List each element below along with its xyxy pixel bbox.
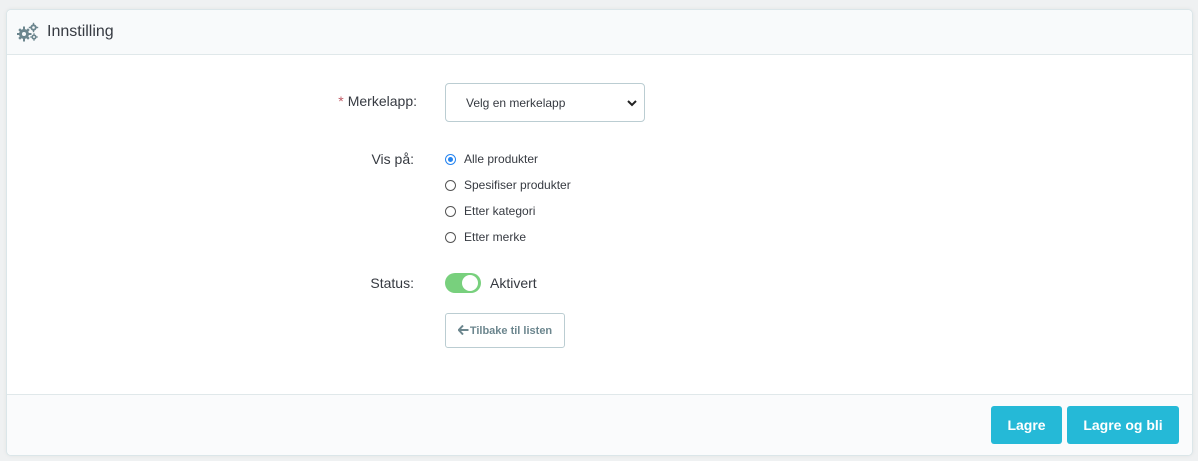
merkelapp-label: * Merkelapp:: [217, 93, 417, 109]
merkelapp-label-text: Merkelapp:: [347, 93, 417, 109]
merkelapp-select[interactable]: Velg en merkelapp: [445, 83, 645, 122]
chevron-down-icon: [626, 97, 638, 109]
radio-label: Alle produkter: [464, 152, 539, 166]
back-button-label: Tilbake til listen: [469, 324, 553, 337]
radio-all-products[interactable]: Alle produkter: [445, 151, 538, 167]
radio-label: Etter kategori: [464, 204, 536, 218]
status-value-label: Aktivert: [490, 275, 537, 291]
show-on-label: Vis på:: [371, 151, 414, 167]
status-toggle[interactable]: [445, 273, 481, 293]
radio-by-category[interactable]: Etter kategori: [445, 203, 535, 219]
radio-specify-products[interactable]: Spesifiser produkter: [445, 177, 571, 193]
required-mark: *: [338, 93, 344, 109]
radio-button[interactable]: [445, 205, 456, 217]
radio-button[interactable]: [445, 179, 456, 191]
radio-button[interactable]: [445, 231, 456, 243]
toggle-knob: [462, 275, 478, 291]
arrow-left-icon: [457, 324, 469, 338]
radio-label: Etter merke: [464, 230, 527, 244]
gears-icon: [17, 21, 39, 43]
radio-by-brand[interactable]: Etter merke: [445, 229, 526, 245]
panel-footer: Lagre Lagre og bli: [7, 394, 1192, 455]
back-to-list-button[interactable]: Tilbake til listen: [445, 313, 565, 348]
panel-title: Innstilling: [47, 23, 114, 40]
save-and-stay-button[interactable]: Lagre og bli: [1067, 406, 1179, 444]
status-label: Status:: [370, 275, 414, 291]
merkelapp-select-value: Velg en merkelapp: [466, 95, 566, 110]
panel-heading: Innstilling: [7, 10, 1192, 55]
radio-label: Spesifiser produkter: [464, 178, 571, 192]
radio-button[interactable]: [445, 153, 456, 165]
save-button[interactable]: Lagre: [991, 406, 1062, 444]
settings-panel: Innstilling * Merkelapp: Velg en merkelap…: [6, 9, 1193, 456]
